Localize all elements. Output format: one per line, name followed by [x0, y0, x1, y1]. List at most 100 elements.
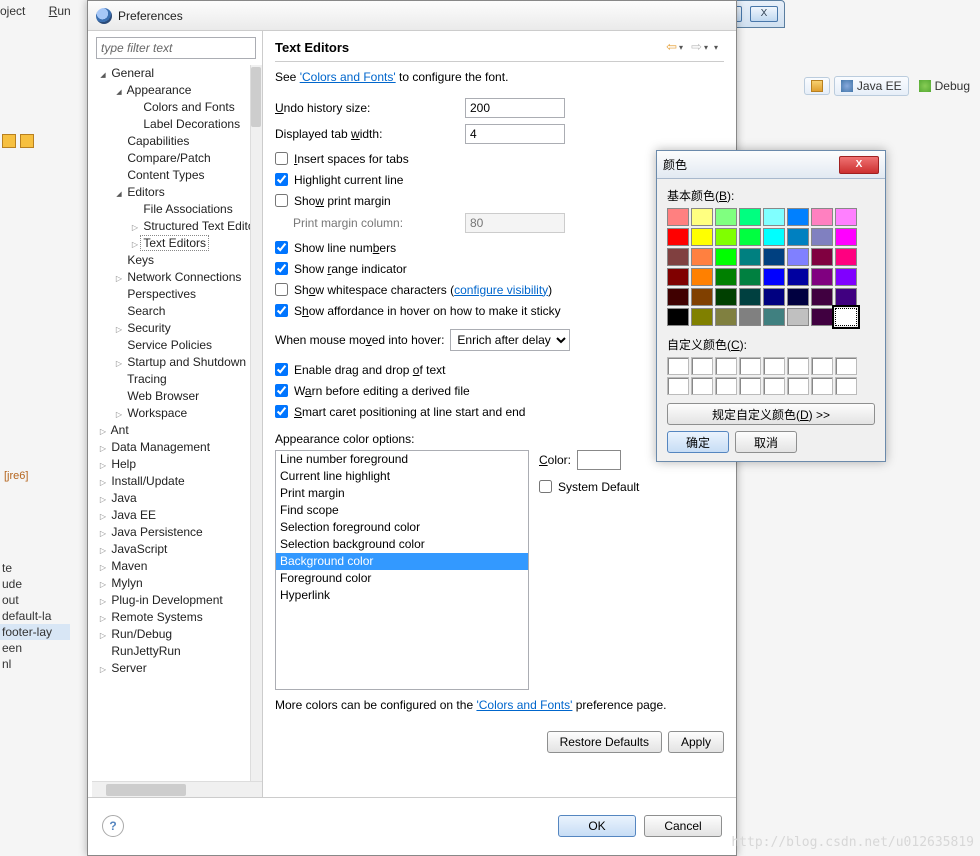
tree-item[interactable]: General	[92, 65, 250, 82]
color-swatch[interactable]	[715, 288, 737, 306]
custom-color-swatch[interactable]	[691, 357, 713, 375]
color-swatch[interactable]	[715, 208, 737, 226]
restore-defaults-button[interactable]: Restore Defaults	[547, 731, 662, 753]
smart-caret-checkbox[interactable]	[275, 405, 288, 418]
color-swatch[interactable]	[763, 308, 785, 326]
color-picker-titlebar[interactable]: 颜色 X	[657, 151, 885, 179]
tree-item[interactable]: File Associations	[92, 201, 250, 218]
custom-color-swatch[interactable]	[691, 377, 713, 395]
color-swatch[interactable]	[787, 268, 809, 286]
color-swatch[interactable]	[715, 268, 737, 286]
color-options-list[interactable]: Line number foregroundCurrent line highl…	[275, 450, 529, 690]
custom-color-swatch[interactable]	[835, 377, 857, 395]
color-swatch[interactable]	[763, 268, 785, 286]
color-swatch[interactable]	[763, 288, 785, 306]
collapse-icon[interactable]	[2, 134, 16, 148]
insert-spaces-checkbox[interactable]	[275, 152, 288, 165]
color-swatch[interactable]	[811, 288, 833, 306]
custom-color-swatch[interactable]	[787, 377, 809, 395]
color-swatch[interactable]	[835, 248, 857, 266]
color-swatch[interactable]	[763, 208, 785, 226]
tree-arrow-icon[interactable]	[114, 406, 124, 423]
color-option-item[interactable]: Background color	[276, 553, 528, 570]
tree-hscrollbar[interactable]	[92, 781, 262, 797]
tree-arrow-icon[interactable]	[114, 83, 124, 101]
tree-item[interactable]: Keys	[92, 252, 250, 269]
more-colors-link[interactable]: 'Colors and Fonts'	[476, 698, 572, 712]
nav-fwd-icon[interactable]: ⇨	[691, 39, 702, 55]
color-swatch[interactable]	[691, 228, 713, 246]
tree-item[interactable]: Mylyn	[92, 575, 250, 592]
whitespace-checkbox[interactable]	[275, 283, 288, 296]
color-swatch[interactable]	[691, 268, 713, 286]
color-swatch[interactable]	[811, 208, 833, 226]
warn-derived-checkbox[interactable]	[275, 384, 288, 397]
custom-color-swatch[interactable]	[715, 357, 737, 375]
custom-color-swatch[interactable]	[739, 377, 761, 395]
color-swatch[interactable]	[715, 248, 737, 266]
colors-fonts-link[interactable]: 'Colors and Fonts'	[300, 70, 396, 84]
color-swatch[interactable]	[787, 288, 809, 306]
color-ok-button[interactable]: 确定	[667, 431, 729, 453]
nav-back-menu[interactable]: ▾	[679, 43, 683, 52]
color-option-item[interactable]: Hyperlink	[276, 587, 528, 604]
custom-color-swatch[interactable]	[667, 377, 689, 395]
tree-arrow-icon[interactable]	[98, 559, 108, 576]
color-swatch[interactable]	[835, 308, 857, 326]
color-option-item[interactable]: Selection background color	[276, 536, 528, 553]
link-icon[interactable]	[20, 134, 34, 148]
custom-color-swatch[interactable]	[811, 377, 833, 395]
open-perspective-button[interactable]	[804, 77, 830, 95]
nav-back-icon[interactable]: ⇦	[666, 39, 677, 55]
hover-select[interactable]: Enrich after delay	[450, 329, 570, 351]
color-swatch[interactable]	[667, 288, 689, 306]
tree-arrow-icon[interactable]	[130, 219, 140, 236]
cancel-button[interactable]: Cancel	[644, 815, 722, 837]
tree-item[interactable]: Network Connections	[92, 269, 250, 286]
color-cancel-button[interactable]: 取消	[735, 431, 797, 453]
print-margin-checkbox[interactable]	[275, 194, 288, 207]
tree-arrow-icon[interactable]	[114, 270, 124, 287]
tree-arrow-icon[interactable]	[98, 525, 108, 542]
tree-item[interactable]: Colors and Fonts	[92, 99, 250, 116]
color-swatch[interactable]	[667, 308, 689, 326]
color-swatch[interactable]	[787, 228, 809, 246]
color-swatch[interactable]	[715, 228, 737, 246]
tree-item[interactable]: Security	[92, 320, 250, 337]
color-swatch[interactable]	[811, 308, 833, 326]
color-swatch[interactable]	[835, 268, 857, 286]
system-default-checkbox[interactable]	[539, 480, 552, 493]
tree-item[interactable]: Maven	[92, 558, 250, 575]
tree-item[interactable]: Structured Text Editors	[92, 218, 250, 235]
highlight-line-checkbox[interactable]	[275, 173, 288, 186]
custom-color-swatch[interactable]	[763, 377, 785, 395]
tree-item[interactable]: Label Decorations	[92, 116, 250, 133]
define-custom-button[interactable]: 规定自定义颜色(D) >>	[667, 403, 875, 425]
color-swatch[interactable]	[715, 308, 737, 326]
color-swatch[interactable]	[763, 228, 785, 246]
color-option-item[interactable]: Current line highlight	[276, 468, 528, 485]
custom-color-swatch[interactable]	[787, 357, 809, 375]
color-option-item[interactable]: Line number foreground	[276, 451, 528, 468]
tree-scrollbar[interactable]	[250, 65, 262, 781]
tree-arrow-icon[interactable]	[114, 355, 124, 372]
tree-arrow-icon[interactable]	[114, 321, 124, 338]
tree-item[interactable]: Editors	[92, 184, 250, 201]
tree-item[interactable]: JavaScript	[92, 541, 250, 558]
tree-item[interactable]: Compare/Patch	[92, 150, 250, 167]
tree-arrow-icon[interactable]	[98, 576, 108, 593]
color-swatch[interactable]	[811, 228, 833, 246]
tree-item[interactable]: Service Policies	[92, 337, 250, 354]
menu-run[interactable]: Run	[49, 4, 71, 18]
color-option-item[interactable]: Find scope	[276, 502, 528, 519]
tree-item[interactable]: Data Management	[92, 439, 250, 456]
perspective-debug[interactable]: Debug	[913, 77, 976, 95]
tree-item[interactable]: Help	[92, 456, 250, 473]
color-swatch[interactable]	[811, 268, 833, 286]
tree-arrow-icon[interactable]	[98, 474, 108, 491]
color-swatch[interactable]	[691, 288, 713, 306]
color-swatch[interactable]	[739, 228, 761, 246]
color-swatch[interactable]	[667, 268, 689, 286]
tree-arrow-icon[interactable]	[130, 236, 140, 253]
color-swatch[interactable]	[691, 308, 713, 326]
